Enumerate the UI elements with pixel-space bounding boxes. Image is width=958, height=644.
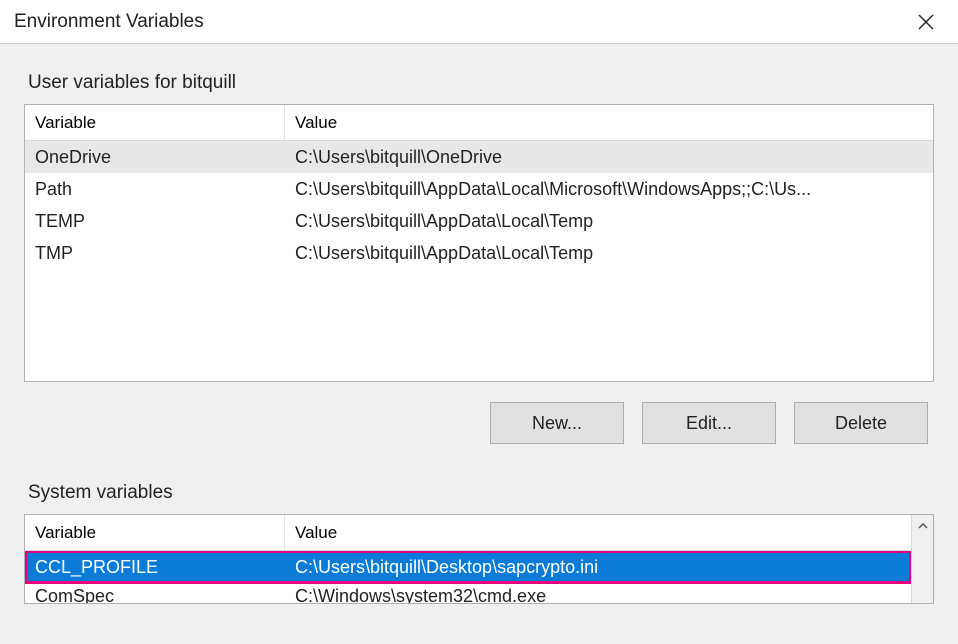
system-scrollbar[interactable] <box>911 515 933 603</box>
new-button[interactable]: New... <box>490 402 624 444</box>
scroll-up-button[interactable] <box>912 515 933 537</box>
cell-value: C:\Users\bitquill\AppData\Local\Microsof… <box>285 179 933 200</box>
close-button[interactable] <box>906 2 946 42</box>
system-variables-table[interactable]: Variable Value CCL_PROFILE C:\Users\bitq… <box>24 514 934 604</box>
system-variables-label: System variables <box>24 482 934 504</box>
cell-value: C:\Users\bitquill\AppData\Local\Temp <box>285 211 933 232</box>
dialog-content: User variables for bitquill Variable Val… <box>0 44 958 644</box>
edit-button[interactable]: Edit... <box>642 402 776 444</box>
cell-value: C:\Users\bitquill\AppData\Local\Temp <box>285 243 933 264</box>
system-table-header: Variable Value <box>25 515 911 551</box>
cell-variable: OneDrive <box>25 147 285 168</box>
cell-variable: ComSpec <box>25 586 285 604</box>
system-table-body: CCL_PROFILE C:\Users\bitquill\Desktop\sa… <box>25 551 911 603</box>
table-row[interactable]: Path C:\Users\bitquill\AppData\Local\Mic… <box>25 173 933 205</box>
table-row[interactable]: ComSpec C:\Windows\system32\cmd.exe <box>25 583 911 603</box>
column-header-value[interactable]: Value <box>285 105 933 140</box>
chevron-up-icon <box>918 521 928 531</box>
table-row[interactable]: CCL_PROFILE C:\Users\bitquill\Desktop\sa… <box>25 551 911 583</box>
user-button-row: New... Edit... Delete <box>24 402 934 444</box>
close-icon <box>918 14 934 30</box>
column-header-variable[interactable]: Variable <box>25 515 285 550</box>
user-table-header: Variable Value <box>25 105 933 141</box>
table-row[interactable]: OneDrive C:\Users\bitquill\OneDrive <box>25 141 933 173</box>
user-variables-table[interactable]: Variable Value OneDrive C:\Users\bitquil… <box>24 104 934 382</box>
cell-variable: TEMP <box>25 211 285 232</box>
cell-variable: CCL_PROFILE <box>25 557 285 578</box>
window-title: Environment Variables <box>14 11 906 33</box>
cell-value: C:\Windows\system32\cmd.exe <box>285 586 911 604</box>
user-table-body: OneDrive C:\Users\bitquill\OneDrive Path… <box>25 141 933 381</box>
column-header-value[interactable]: Value <box>285 515 911 550</box>
user-variables-label: User variables for bitquill <box>24 72 934 94</box>
cell-variable: Path <box>25 179 285 200</box>
column-header-variable[interactable]: Variable <box>25 105 285 140</box>
delete-button[interactable]: Delete <box>794 402 928 444</box>
environment-variables-dialog: Environment Variables User variables for… <box>0 0 958 644</box>
cell-value: C:\Users\bitquill\Desktop\sapcrypto.ini <box>285 557 911 578</box>
table-row[interactable]: TEMP C:\Users\bitquill\AppData\Local\Tem… <box>25 205 933 237</box>
titlebar: Environment Variables <box>0 0 958 44</box>
cell-value: C:\Users\bitquill\OneDrive <box>285 147 933 168</box>
table-row[interactable]: TMP C:\Users\bitquill\AppData\Local\Temp <box>25 237 933 269</box>
cell-variable: TMP <box>25 243 285 264</box>
